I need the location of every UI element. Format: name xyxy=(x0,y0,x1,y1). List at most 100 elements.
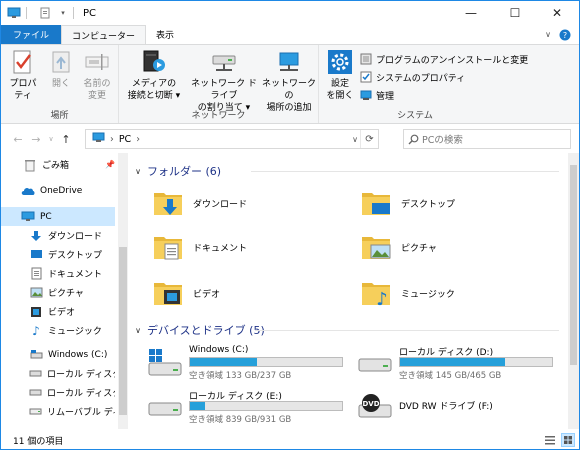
drive-usage-bar xyxy=(399,357,553,367)
nav-item-pictures[interactable]: ピクチャ xyxy=(1,283,115,302)
folders-section-header[interactable]: ∨ フォルダー (6) xyxy=(131,162,561,180)
nav-item-music[interactable]: ♪ ミュージック xyxy=(1,321,115,340)
properties-quick-icon[interactable] xyxy=(38,6,52,20)
search-box[interactable]: PCの検索 xyxy=(403,129,571,149)
folder-pictures[interactable]: ピクチャ xyxy=(359,227,437,267)
back-button[interactable]: ← xyxy=(9,129,27,149)
nav-item-drive-e[interactable]: ローカル ディスク (E:) xyxy=(1,383,115,402)
download-arrow-icon xyxy=(29,229,43,243)
open-icon xyxy=(47,49,75,75)
desktop-folder-icon xyxy=(359,185,395,221)
network-location-icon xyxy=(275,49,303,75)
address-bar[interactable]: › PC › ∨ ⟳ xyxy=(85,129,379,149)
close-button[interactable]: ✕ xyxy=(535,1,579,25)
nav-item-onedrive[interactable]: OneDrive xyxy=(1,181,115,200)
drive-c[interactable]: Windows (C:) 空き領域 133 GB/237 GB xyxy=(147,345,347,381)
breadcrumb-pc[interactable]: PC xyxy=(119,134,131,145)
manage-icon xyxy=(359,89,372,102)
address-dropdown-icon[interactable]: ∨ xyxy=(352,130,358,148)
tab-view[interactable]: 表示 xyxy=(146,25,184,44)
nav-item-drive-c[interactable]: Windows (C:) xyxy=(1,345,115,364)
nav-item-desktop[interactable]: デスクトップ xyxy=(1,245,115,264)
add-network-location-button[interactable]: ネットワークの 場所の追加 xyxy=(261,49,317,114)
forward-button[interactable]: → xyxy=(27,129,45,149)
nav-pane-scroll-thumb[interactable] xyxy=(119,247,127,415)
pc-monitor-icon xyxy=(21,210,35,224)
drive-usage-bar xyxy=(189,401,343,411)
nav-item-drive-d[interactable]: ローカル ディスク (D:) xyxy=(1,364,115,383)
nav-pane-scrollbar[interactable] xyxy=(118,153,128,429)
collapse-chevron-icon[interactable]: ∨ xyxy=(131,326,145,335)
pin-icon[interactable]: 📌 xyxy=(105,160,115,169)
drives-section-header[interactable]: ∨ デバイスとドライブ (5) xyxy=(131,321,561,339)
nav-label: ピクチャ xyxy=(48,289,84,299)
content-scrollbar[interactable] xyxy=(568,153,579,429)
local-disk-icon xyxy=(29,386,42,400)
content-scroll-thumb[interactable] xyxy=(570,165,577,365)
collapse-chevron-icon[interactable]: ∨ xyxy=(131,167,145,176)
nav-label: Windows (C:) xyxy=(48,349,108,360)
navigation-pane: ごみ箱 📌 OneDrive PC ダウンロード デスクトップ ドキュメント ピ… xyxy=(1,153,129,429)
customize-quick-access-icon[interactable]: ▾ xyxy=(58,6,68,20)
nav-item-recycle-bin[interactable]: ごみ箱 📌 xyxy=(1,155,115,174)
tab-file[interactable]: ファイル xyxy=(1,25,62,44)
open-button[interactable]: 開く xyxy=(47,49,75,90)
manage-label: 管理 xyxy=(376,91,395,102)
maximize-button[interactable]: ☐ xyxy=(493,1,537,25)
drive-e[interactable]: ローカル ディスク (E:) 空き領域 839 GB/931 GB xyxy=(147,389,347,425)
group-label-network: ネットワーク xyxy=(191,111,246,121)
nav-label: PC xyxy=(40,211,52,222)
map-network-drive-button[interactable]: ネットワーク ドライブ の割り当て ▾ xyxy=(187,49,261,114)
properties-button[interactable]: プロパティ xyxy=(5,49,41,102)
details-view-icon[interactable] xyxy=(543,433,557,447)
rename-label-1: 名前の xyxy=(83,79,111,89)
nav-item-pc[interactable]: PC xyxy=(1,207,115,226)
open-settings-button[interactable]: 設定 を開く xyxy=(323,49,357,102)
folder-documents[interactable]: ドキュメント xyxy=(151,227,247,267)
nav-item-documents[interactable]: ドキュメント xyxy=(1,264,115,283)
large-icons-view-icon[interactable] xyxy=(561,433,575,447)
nav-item-videos[interactable]: ビデオ xyxy=(1,302,115,321)
title-bar: ▾ PC — ☐ ✕ xyxy=(1,1,579,25)
recent-locations-icon[interactable]: ∨ xyxy=(45,129,57,149)
nav-label: OneDrive xyxy=(40,185,83,196)
nav-label: リムーバブル ディスク (F:) xyxy=(47,408,115,418)
local-disk-icon xyxy=(357,349,393,377)
manage-button[interactable]: 管理 xyxy=(359,87,394,103)
ribbon-expand-icon[interactable]: ∨ xyxy=(539,25,557,44)
ribbon-group-location: プロパティ 開く 名前の 変更 場所 xyxy=(1,45,119,123)
folder-music[interactable]: ♪ ミュージック xyxy=(359,273,455,313)
drive-f[interactable]: DVD DVD RW ドライブ (F:) xyxy=(357,389,557,425)
up-button[interactable]: ↑ xyxy=(57,129,75,149)
onedrive-cloud-icon xyxy=(21,184,35,198)
help-icon[interactable]: ? xyxy=(557,25,579,44)
rename-label-2: 変更 xyxy=(87,91,106,101)
videos-icon xyxy=(29,305,43,319)
tab-computer[interactable]: コンピューター xyxy=(61,25,147,44)
folder-desktop[interactable]: デスクトップ xyxy=(359,183,455,223)
system-properties-button[interactable]: システムのプロパティ xyxy=(359,69,465,85)
rename-button[interactable]: 名前の 変更 xyxy=(79,49,115,102)
drive-d[interactable]: ローカル ディスク (D:) 空き領域 145 GB/465 GB xyxy=(357,345,557,381)
nav-item-drive-f[interactable]: リムーバブル ディスク (F:) xyxy=(1,402,115,421)
media-connect-button[interactable]: メディアの 接続と切断 ▾ xyxy=(123,49,185,102)
map-network-drive-icon xyxy=(210,49,238,75)
nav-label: ミュージック xyxy=(48,327,102,337)
folder-downloads[interactable]: ダウンロード xyxy=(151,183,247,223)
nav-label: ローカル ディスク (D:) xyxy=(47,370,115,380)
windows-drive-icon xyxy=(147,349,183,377)
folder-videos[interactable]: ビデオ xyxy=(151,273,220,313)
music-icon: ♪ xyxy=(32,323,40,338)
local-disk-icon xyxy=(29,367,42,381)
breadcrumb-separator: › xyxy=(110,133,114,145)
nav-item-downloads[interactable]: ダウンロード xyxy=(1,226,115,245)
pictures-icon xyxy=(29,286,43,300)
minimize-button[interactable]: — xyxy=(449,1,493,25)
rename-icon xyxy=(83,49,111,75)
svg-text:DVD: DVD xyxy=(362,400,379,408)
uninstall-programs-button[interactable]: プログラムのアンインストールと変更 xyxy=(359,51,528,67)
refresh-icon[interactable]: ⟳ xyxy=(360,130,378,148)
map-network-drive-label-1: ネットワーク ドライブ xyxy=(191,79,257,101)
pictures-folder-icon xyxy=(359,229,395,265)
media-connect-label-1: メディアの xyxy=(131,79,177,89)
